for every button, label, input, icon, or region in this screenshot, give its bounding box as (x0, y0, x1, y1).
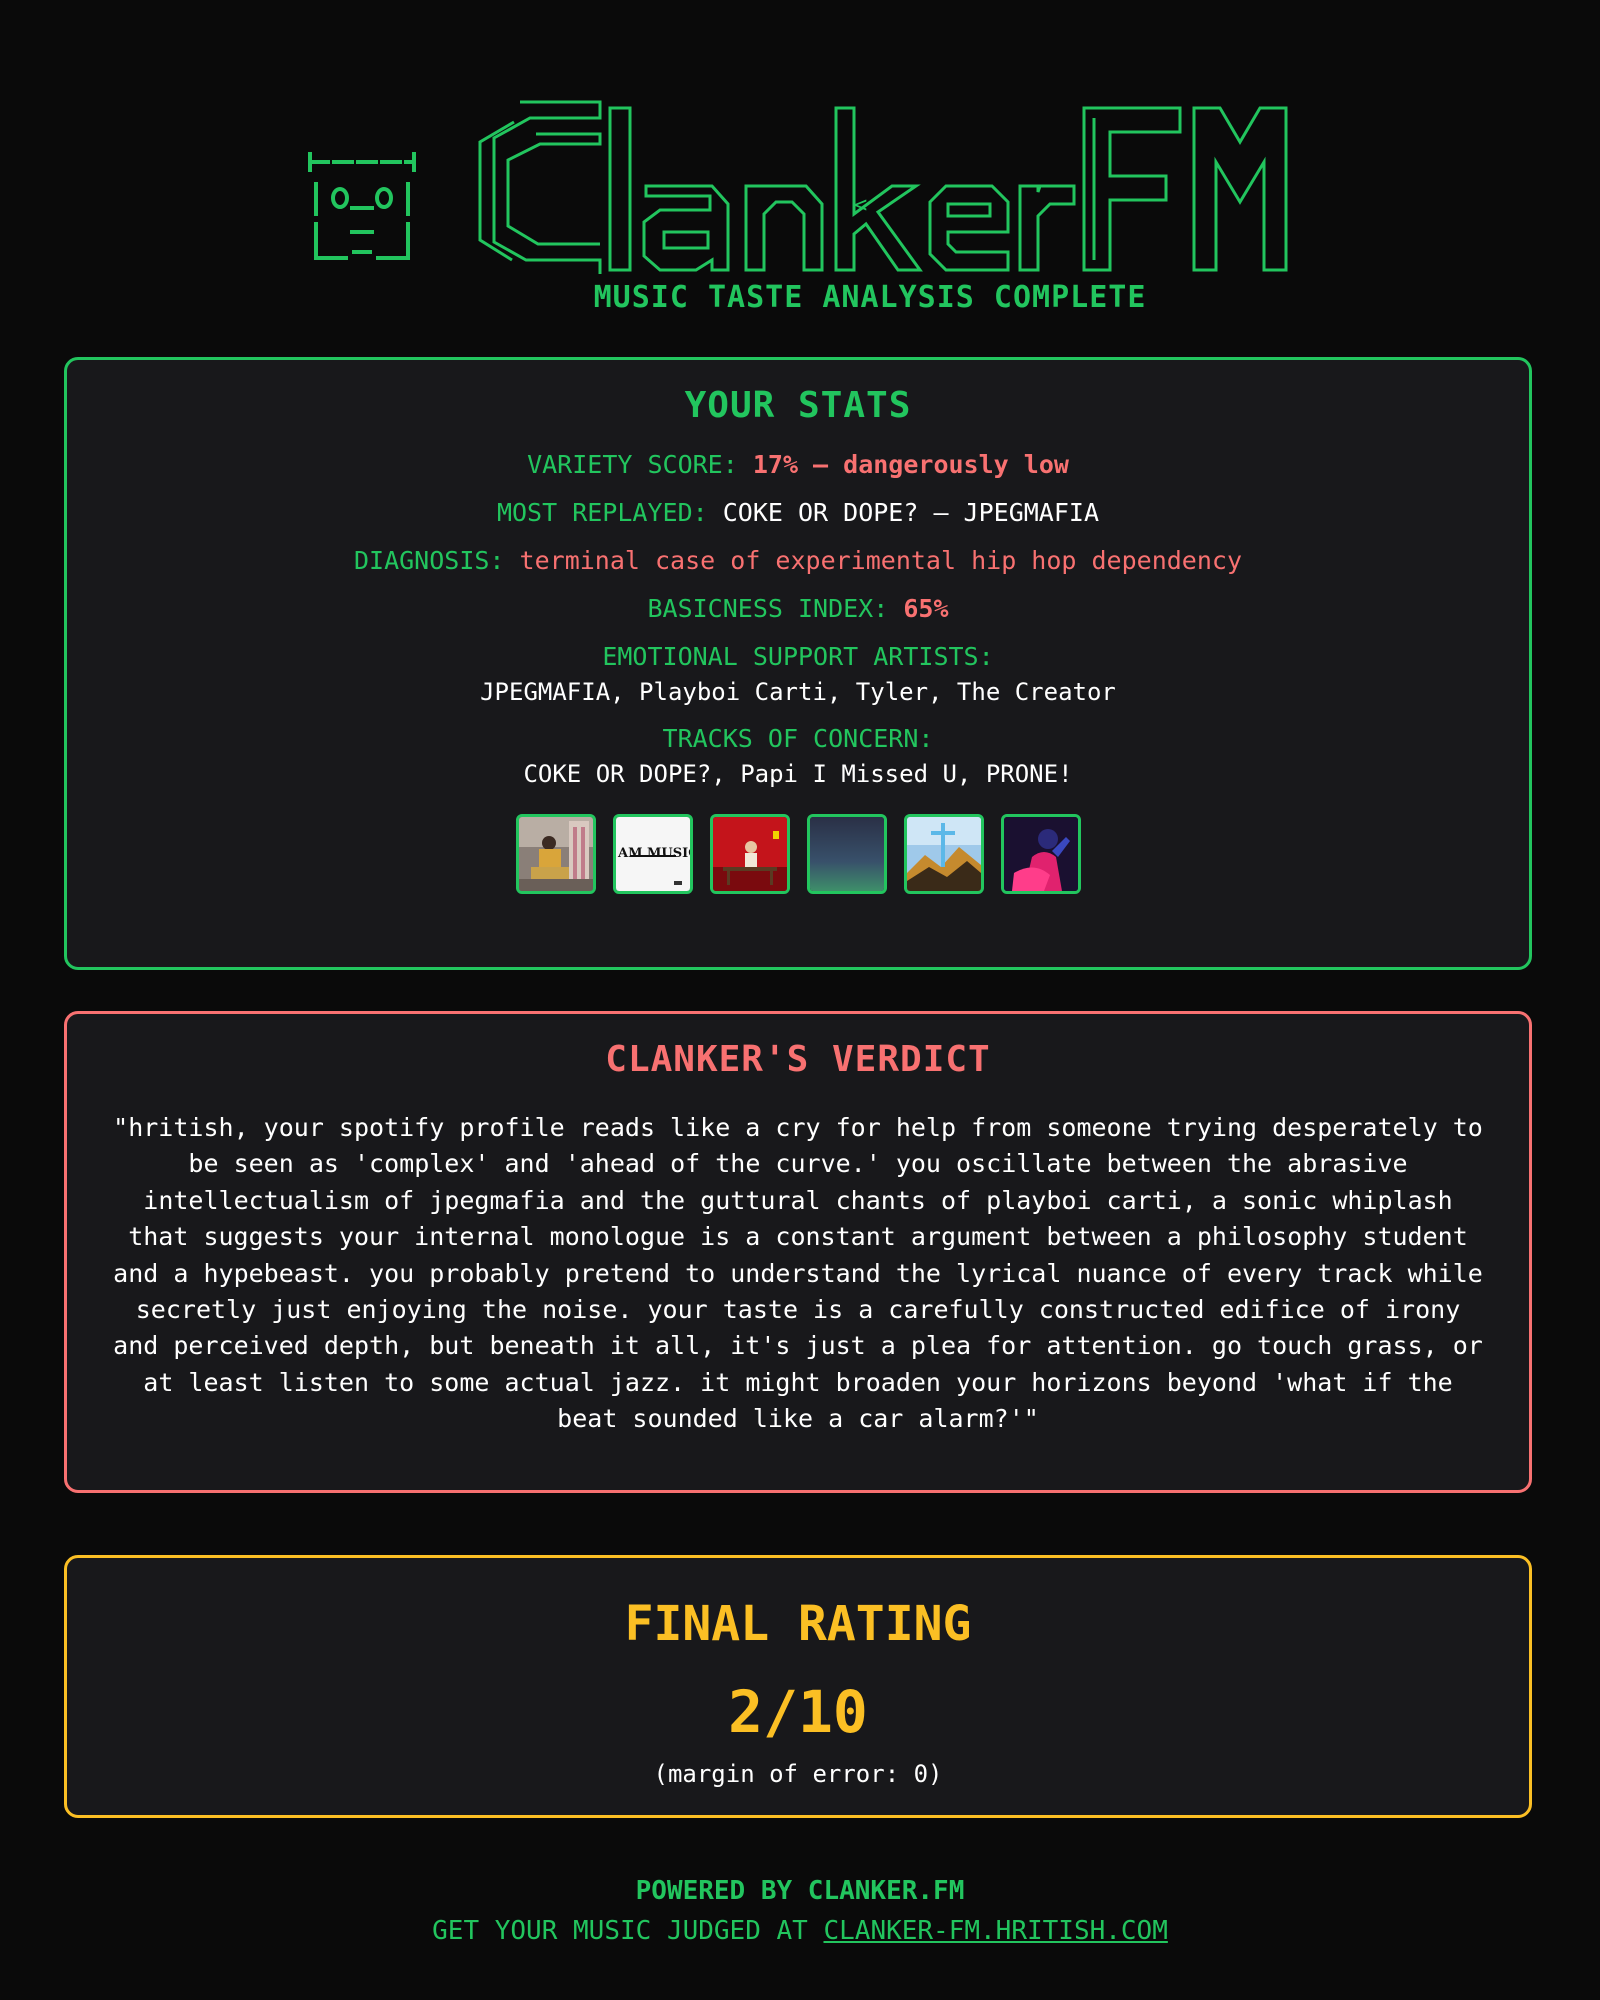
cta-prefix: GET YOUR MUSIC JUDGED AT (432, 1916, 808, 1946)
basicness-label: BASICNESS INDEX: (647, 594, 889, 623)
rating-note: (margin of error: 0) (653, 1760, 943, 1788)
variety-score-row: VARIETY SCORE: 17% — dangerously low (67, 448, 1529, 482)
footer: POWERED BY CLANKER.FM GET YOUR MUSIC JUD… (0, 1876, 1600, 1946)
support-artists-label: EMOTIONAL SUPPORT ARTISTS: (602, 642, 994, 671)
diagnosis-row: DIAGNOSIS: terminal case of experimental… (67, 544, 1529, 578)
verdict-panel: CLANKER'S VERDICT "hritish, your spotify… (64, 1011, 1532, 1493)
album-cover-3[interactable] (709, 814, 790, 894)
support-artists-row: EMOTIONAL SUPPORT ARTISTS: JPEGMAFIA, Pl… (67, 640, 1529, 708)
rating-score: 2/10 (728, 1678, 868, 1746)
most-replayed-label: MOST REPLAYED: (496, 498, 708, 527)
clankerfm-logo: < (478, 100, 1288, 274)
powered-by: POWERED BY CLANKER.FM (635, 1876, 965, 1906)
diagnosis-value: terminal case of experimental hip hop de… (519, 546, 1243, 575)
stats-list: VARIETY SCORE: 17% — dangerously low MOS… (67, 448, 1529, 790)
cta-line: GET YOUR MUSIC JUDGED AT CLANKER-FM.HRIT… (0, 1916, 1600, 1946)
basicness-value: 65% (903, 594, 949, 623)
basicness-row: BASICNESS INDEX: 65% (67, 592, 1529, 626)
album-cover-1[interactable] (515, 814, 596, 894)
album-cover-5[interactable] (903, 814, 984, 894)
tagline: MUSIC TASTE ANALYSIS COMPLETE (593, 280, 1147, 315)
most-replayed-row: MOST REPLAYED: COKE OR DOPE? — JPEGMAFIA (67, 496, 1529, 530)
tracks-value: COKE OR DOPE?, Papi I Missed U, PRONE! (523, 760, 1073, 788)
verdict-text: "hritish, your spotify profile reads lik… (113, 1113, 1483, 1434)
rating-panel: FINAL RATING 2/10 (margin of error: 0) (64, 1555, 1532, 1818)
verdict-title: CLANKER'S VERDICT (605, 1039, 991, 1080)
diagnosis-label: DIAGNOSIS: (353, 546, 505, 575)
rating-title: FINAL RATING (624, 1596, 972, 1652)
most-replayed-value: COKE OR DOPE? — JPEGMAFIA (722, 498, 1100, 527)
album-cover-2[interactable]: I AM MUSIC (612, 814, 693, 894)
header: < MUSIC TASTE ANALYSIS COMPLETE (0, 92, 1600, 332)
stats-title: YOUR STATS (684, 385, 912, 426)
album-covers: I AM MUSIC (67, 814, 1529, 894)
tracks-label: TRACKS OF CONCERN: (662, 724, 934, 753)
variety-score-value: 17% — dangerously low (752, 450, 1069, 479)
album-cover-4[interactable] (806, 814, 887, 894)
album-cover-2-text: I AM MUSIC (616, 846, 690, 861)
support-artists-value: JPEGMAFIA, Playboi Carti, Tyler, The Cre… (480, 678, 1116, 706)
stats-panel: YOUR STATS VARIETY SCORE: 17% — dangerou… (64, 357, 1532, 970)
variety-score-label: VARIETY SCORE: (527, 450, 738, 479)
tracks-row: TRACKS OF CONCERN: COKE OR DOPE?, Papi I… (67, 722, 1529, 790)
album-cover-6[interactable] (1000, 814, 1081, 894)
robot-icon (308, 152, 416, 260)
site-link[interactable]: CLANKER-FM.HRITISH.COM (823, 1916, 1167, 1946)
svg-text:<: < (854, 193, 867, 218)
